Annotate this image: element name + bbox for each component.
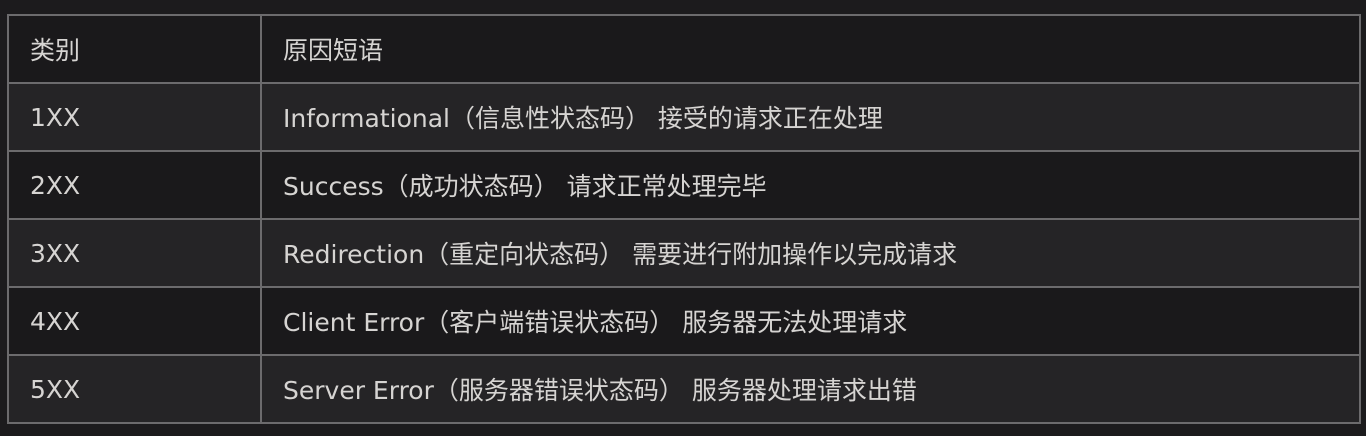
category-cell: 4XX <box>7 286 262 356</box>
table-row: 3XX Redirection（重定向状态码） 需要进行附加操作以完成请求 <box>7 218 1361 288</box>
category-cell: 1XX <box>7 82 262 152</box>
table-row: 5XX Server Error（服务器错误状态码） 服务器处理请求出错 <box>7 354 1361 424</box>
header-category: 类别 <box>7 14 262 84</box>
table-row: 4XX Client Error（客户端错误状态码） 服务器无法处理请求 <box>7 286 1361 356</box>
category-cell: 5XX <box>7 354 262 424</box>
table-header-row: 类别 原因短语 <box>7 14 1361 84</box>
table-row: 2XX Success（成功状态码） 请求正常处理完毕 <box>7 150 1361 220</box>
header-reason-phrase: 原因短语 <box>260 14 1361 84</box>
reason-cell: Server Error（服务器错误状态码） 服务器处理请求出错 <box>260 354 1361 424</box>
category-cell: 3XX <box>7 218 262 288</box>
table-row: 1XX Informational（信息性状态码） 接受的请求正在处理 <box>7 82 1361 152</box>
status-code-table-container: 类别 原因短语 1XX Informational（信息性状态码） 接受的请求正… <box>7 14 1361 424</box>
status-code-table: 类别 原因短语 1XX Informational（信息性状态码） 接受的请求正… <box>7 14 1361 424</box>
reason-cell: Client Error（客户端错误状态码） 服务器无法处理请求 <box>260 286 1361 356</box>
reason-cell: Redirection（重定向状态码） 需要进行附加操作以完成请求 <box>260 218 1361 288</box>
category-cell: 2XX <box>7 150 262 220</box>
reason-cell: Success（成功状态码） 请求正常处理完毕 <box>260 150 1361 220</box>
reason-cell: Informational（信息性状态码） 接受的请求正在处理 <box>260 82 1361 152</box>
